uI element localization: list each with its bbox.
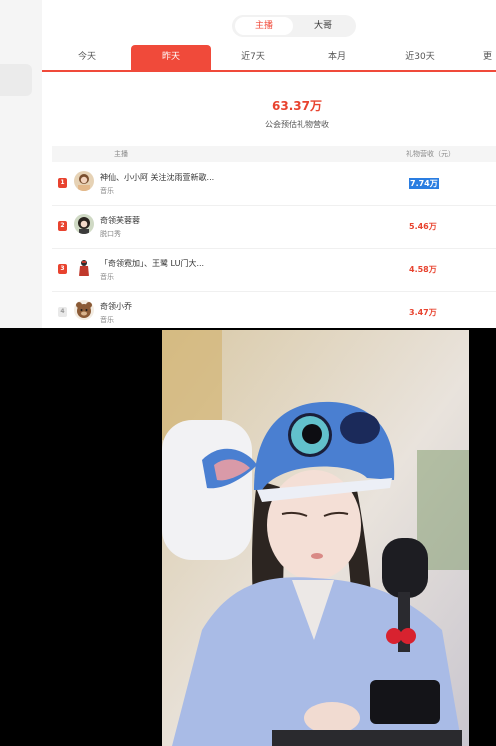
- streamer-name[interactable]: 奇领芙蓉蓉: [100, 215, 140, 226]
- tab-today[interactable]: 今天: [47, 45, 127, 70]
- rank-badge: 3: [58, 264, 67, 274]
- rank-type-toggle: 主播 大哥: [232, 15, 356, 37]
- table-row[interactable]: 1 神仙、小小阿 关注沈雨萱新歌... 音乐 7.74万: [52, 163, 496, 206]
- revenue-value: 7.74万: [409, 178, 439, 189]
- streamer-category: 音乐: [100, 316, 114, 324]
- sidebar: [0, 0, 42, 328]
- revenue-value: 4.58万: [409, 265, 437, 274]
- rank-badge: 2: [58, 221, 67, 231]
- tab-last-30-days[interactable]: 近30天: [380, 45, 460, 70]
- table-row[interactable]: 4 奇领小乔 音乐 3.47万: [52, 292, 496, 328]
- avatar[interactable]: [74, 257, 94, 277]
- rank-badge: 4: [58, 307, 67, 317]
- toggle-streamer[interactable]: 主播: [235, 17, 293, 35]
- revenue-value: 5.46万: [409, 222, 437, 231]
- rank-badge: 1: [58, 178, 67, 188]
- avatar[interactable]: [74, 171, 94, 191]
- table-header: 主播 礼物营收（元）: [52, 146, 496, 162]
- tab-last-7-days[interactable]: 近7天: [213, 45, 293, 70]
- revenue-value: 3.47万: [409, 308, 437, 317]
- streamer-category: 脱口秀: [100, 230, 121, 238]
- streamer-name[interactable]: 「奇领霓加」、王鹭 LU门大...: [100, 258, 204, 269]
- live-stream-video[interactable]: [162, 330, 469, 746]
- tab-yesterday[interactable]: 昨天: [131, 45, 211, 70]
- streamer-name[interactable]: 神仙、小小阿 关注沈雨萱新歌...: [100, 172, 214, 183]
- column-streamer: 主播: [114, 150, 128, 158]
- video-letterbox-left: [0, 328, 162, 746]
- avatar[interactable]: [74, 300, 94, 320]
- column-revenue: 礼物营收（元）: [406, 150, 455, 158]
- video-letterbox-right: [469, 328, 496, 746]
- streamer-name[interactable]: 奇领小乔: [100, 301, 132, 312]
- table-row[interactable]: 3 「奇领霓加」、王鹭 LU门大... 音乐 4.58万: [52, 249, 496, 292]
- ranking-panel: 主播 大哥 今天 昨天 近7天 本月 近30天 更 63.37万 公会预估礼物营…: [0, 0, 496, 328]
- tab-more[interactable]: 更: [460, 45, 496, 70]
- date-range-tabs: 今天 昨天 近7天 本月 近30天 更: [42, 45, 496, 72]
- tab-this-month[interactable]: 本月: [297, 45, 377, 70]
- table-row[interactable]: 2 奇领芙蓉蓉 脱口秀 5.46万: [52, 206, 496, 249]
- sidebar-item[interactable]: [0, 64, 32, 96]
- streamer-category: 音乐: [100, 273, 114, 281]
- avatar[interactable]: [74, 214, 94, 234]
- total-revenue: 63.37万: [272, 99, 322, 113]
- toggle-big-brother[interactable]: 大哥: [294, 17, 352, 35]
- streamer-category: 音乐: [100, 187, 114, 195]
- total-revenue-label: 公会预估礼物营收: [265, 120, 329, 129]
